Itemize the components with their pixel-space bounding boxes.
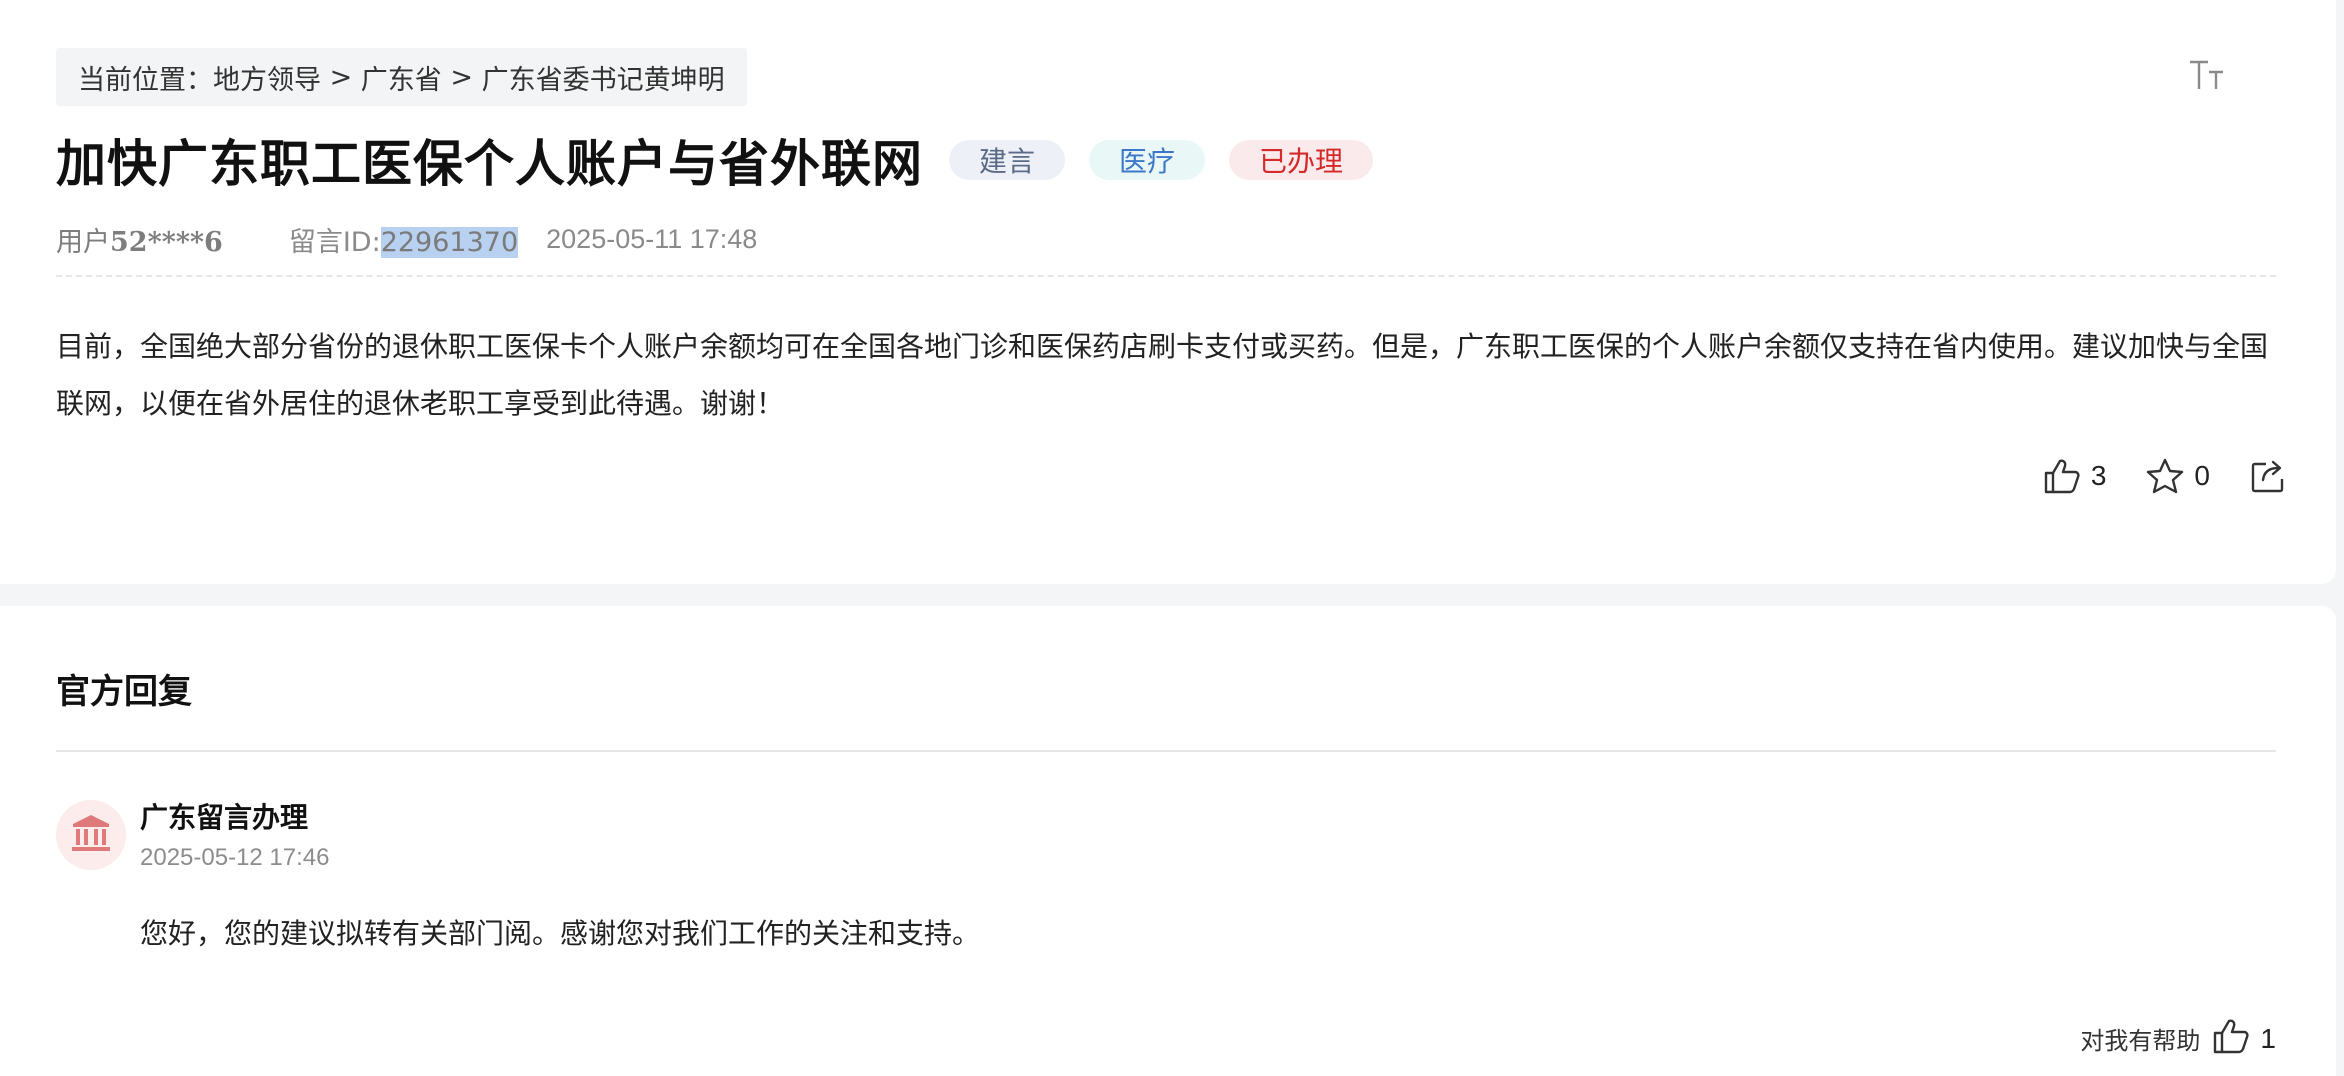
breadcrumb-item-guangdong[interactable]: 广东省 <box>361 58 442 97</box>
institution-icon <box>69 813 113 858</box>
favorite-button[interactable]: 0 <box>2146 458 2210 494</box>
post-date: 2025-05-11 17:48 <box>546 224 758 254</box>
divider <box>56 750 2276 752</box>
breadcrumb: 当前位置： 地方领导 > 广东省 > 广东省委书记黄坤明 <box>56 48 747 106</box>
favorite-count: 0 <box>2194 460 2210 491</box>
page-title: 加快广东职工医保个人账户与省外联网 <box>56 134 923 193</box>
status-badge: 已办理 <box>1229 140 1374 180</box>
author-name: 用户52****6 <box>56 220 223 259</box>
breadcrumb-prefix: 当前位置： <box>78 64 213 96</box>
thumbs-up-icon <box>2043 458 2081 494</box>
section-title: 官方回复 <box>56 672 192 712</box>
share-icon <box>2250 458 2286 494</box>
avatar <box>56 800 126 870</box>
message-card: 当前位置： 地方领导 > 广东省 > 广东省委书记黄坤明 加快广东职工医保个人账… <box>0 0 2336 584</box>
reply-date: 2025-05-12 17:46 <box>140 844 330 871</box>
official-reply-card: 官方回复 广东留言办理 2025-05-12 17:46 您好，您的建议拟转有关… <box>0 606 2336 1076</box>
message-id: 留言ID:22961370 <box>288 220 519 259</box>
helpful-button[interactable]: 对我有帮助 1 <box>2080 1018 2276 1059</box>
share-button[interactable] <box>2250 458 2286 494</box>
message-id-label: 留言ID: <box>288 227 381 258</box>
like-count: 3 <box>2090 460 2107 491</box>
reply-author: 广东留言办理 <box>140 801 309 834</box>
reply-content: 您好，您的建议拟转有关部门阅。感谢您对我们工作的关注和支持。 <box>140 917 981 950</box>
author-id: 52****6 <box>110 227 223 258</box>
tag-suggestion[interactable]: 建言 <box>949 140 1066 180</box>
star-icon <box>2146 458 2184 494</box>
like-button[interactable]: 3 <box>2043 458 2107 494</box>
post-actions: 3 0 <box>2003 458 2286 494</box>
post-content: 目前，全国绝大部分省份的退休职工医保卡个人账户余额均可在全国各地门诊和医保药店刷… <box>56 330 2269 420</box>
helpful-label: 对我有帮助 <box>2080 1027 2201 1055</box>
author-prefix: 用户 <box>56 227 110 258</box>
breadcrumb-item-local-leaders[interactable]: 地方领导 <box>213 58 321 97</box>
breadcrumb-separator: > <box>441 61 482 93</box>
divider <box>56 275 2276 277</box>
font-size-icon[interactable] <box>2184 52 2230 98</box>
breadcrumb-item-secretary[interactable]: 广东省委书记黄坤明 <box>482 58 725 97</box>
title-row: 加快广东职工医保个人账户与省外联网 建言 医疗 已办理 <box>56 124 1374 196</box>
message-id-value: 22961370 <box>380 227 519 258</box>
thumbs-up-icon <box>2212 1018 2250 1059</box>
post-meta: 用户52****6 留言ID:22961370 2025-05-11 17:48 <box>56 220 757 259</box>
tag-medical[interactable]: 医疗 <box>1089 140 1206 180</box>
helpful-count: 1 <box>2260 1022 2276 1054</box>
breadcrumb-separator: > <box>321 61 361 93</box>
